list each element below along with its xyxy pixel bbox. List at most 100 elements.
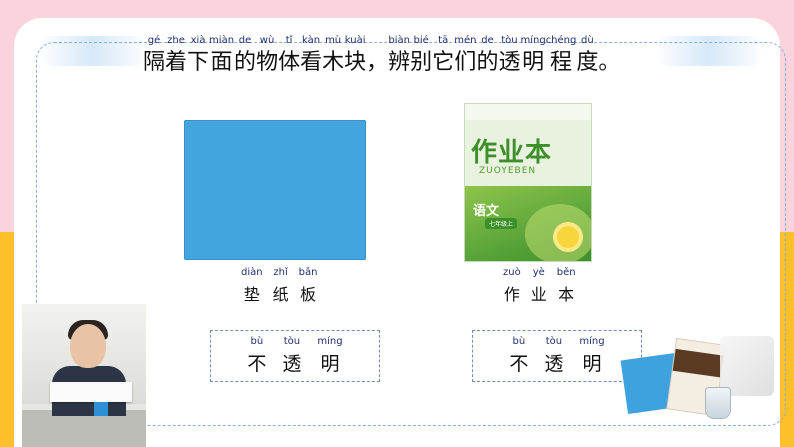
hanzi: 纸	[272, 285, 289, 304]
flower-decoration	[557, 226, 579, 248]
pinyin: de	[238, 35, 252, 46]
item-name-exercise-book: zuò 作 yè 业 běn 本	[498, 266, 581, 310]
pinyin: dù	[581, 35, 594, 46]
pinyin: tòu	[283, 336, 301, 347]
instruction-char: mù 木	[322, 34, 344, 78]
hanzi: 板	[300, 285, 317, 304]
hanzi: 本	[558, 285, 575, 304]
materials-image	[620, 336, 780, 447]
hanzi: 作	[503, 285, 520, 304]
pinyin: gé	[147, 35, 161, 46]
instruction-char: 。	[598, 34, 620, 78]
hanzi: 透	[544, 353, 564, 375]
item-name-char: yè 业	[531, 266, 547, 310]
pinyin: kàn	[302, 35, 321, 46]
pinyin: bǎn	[298, 267, 318, 278]
hanzi: 们	[454, 50, 477, 75]
instruction-char: zhe 着	[165, 34, 187, 78]
pinyin: bù	[250, 336, 264, 347]
instruction-char: xià 下	[187, 34, 209, 78]
hanzi: 不	[247, 353, 267, 375]
instruction-char: miàn 面	[209, 34, 234, 78]
hanzi: 明	[320, 353, 340, 375]
pinyin: de	[481, 35, 494, 46]
hanzi: 辨	[388, 50, 411, 75]
hanzi: ，	[366, 50, 389, 75]
hanzi: 程	[550, 50, 573, 75]
item-name-char: bǎn 板	[299, 266, 318, 310]
pinyin: zuò	[503, 267, 521, 278]
pinyin: bié	[413, 35, 429, 46]
instruction-char: ，	[366, 34, 388, 78]
writing-pad-image	[184, 120, 366, 260]
exercise-book-image: 作业本 ZUOYEBEN 语文 七年级上	[465, 104, 591, 261]
result-char: tòu 透	[544, 335, 563, 379]
instruction-char: kàn 看	[300, 34, 322, 78]
instruction-char: míng 明	[520, 34, 545, 78]
pinyin: tǐ	[285, 35, 293, 46]
instruction-char: bié 别	[410, 34, 432, 78]
hanzi: 垫	[243, 285, 260, 304]
pinyin: míng	[317, 336, 343, 347]
pinyin: bù	[512, 336, 526, 347]
hanzi: 的	[476, 50, 499, 75]
hanzi: 不	[509, 353, 529, 375]
pinyin: mén	[454, 35, 477, 46]
hanzi: 别	[410, 50, 433, 75]
result-box-writing-pad: bù 不 tòu 透 míng 明	[210, 330, 380, 382]
item-name-char: běn 本	[557, 266, 576, 310]
instruction-char: de 的	[476, 34, 498, 78]
pinyin: míng	[520, 35, 546, 46]
pinyin: tòu	[501, 35, 518, 46]
pinyin: biàn	[388, 35, 410, 46]
result-text: bù 不 tòu 透 míng 明	[473, 335, 641, 379]
result-char: tòu 透	[282, 335, 301, 379]
result-char: bù 不	[509, 335, 528, 379]
item-name-char: diàn 垫	[241, 266, 263, 310]
hanzi: 看	[300, 50, 323, 75]
hanzi: 面	[210, 50, 233, 75]
pinyin: diàn	[241, 267, 263, 278]
hanzi: 明	[582, 353, 602, 375]
hanzi: 的	[234, 50, 257, 75]
hanzi: 块	[344, 50, 367, 75]
book-grade: 七年级上	[485, 218, 518, 229]
book-subject: 语文	[473, 204, 500, 219]
hanzi: 着	[165, 50, 188, 75]
item-name-writing-pad: diàn 垫 zhǐ 纸 bǎn 板	[236, 266, 322, 310]
instruction-char: tòu 透	[498, 34, 520, 78]
item-name-char: zuò 作	[503, 266, 521, 310]
result-char: míng 明	[317, 335, 342, 379]
hanzi: 透	[282, 353, 302, 375]
boy-experiment-photo	[22, 304, 146, 447]
instruction-char: mén 们	[454, 34, 476, 78]
hanzi: 透	[498, 50, 521, 75]
instruction-char: biàn 辨	[388, 34, 410, 78]
pinyin: tòu	[545, 336, 563, 347]
book-top-band	[465, 104, 591, 120]
hanzi: 体	[278, 50, 301, 75]
instruction-char: kuài 块	[344, 34, 366, 78]
instruction-char: wù 物	[256, 34, 278, 78]
result-text: bù 不 tòu 透 míng 明	[211, 335, 379, 379]
pinyin: chéng	[545, 35, 577, 46]
pinyin: kuài	[344, 35, 366, 46]
item-name-char: zhǐ 纸	[273, 266, 289, 310]
instruction-char: dù 度	[576, 34, 598, 78]
hanzi: 度	[576, 50, 599, 75]
instruction-sentence: gé 隔 zhe 着 xià 下 miàn 面 de 的 wù 物 tǐ 体 kàn 看 mù 木 kuài 块， bi…	[143, 34, 663, 78]
pinyin: miàn	[209, 35, 235, 46]
pinyin: yè	[532, 267, 545, 278]
instruction-char: tā 它	[432, 34, 454, 78]
book-subtitle: ZUOYEBEN	[479, 166, 537, 176]
hanzi: 木	[322, 50, 345, 75]
instruction-char: gé 隔	[143, 34, 165, 78]
wood-block	[94, 402, 108, 416]
pinyin: xià	[190, 35, 206, 46]
pinyin: tā	[438, 35, 449, 46]
hanzi: 隔	[143, 50, 166, 75]
result-char: bù 不	[247, 335, 266, 379]
instruction-char: chéng 程	[546, 34, 577, 78]
instruction-char: tǐ 体	[278, 34, 300, 78]
hanzi: 它	[432, 50, 455, 75]
